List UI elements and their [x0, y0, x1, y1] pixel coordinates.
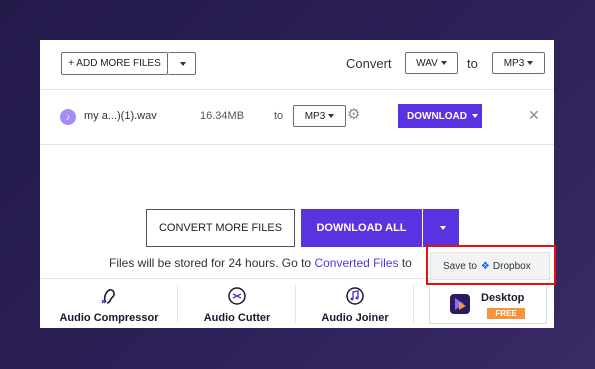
tool-label: Audio Compressor: [59, 312, 159, 324]
audio-file-icon: ♪: [60, 109, 76, 125]
chevron-down-icon: [440, 61, 447, 65]
add-more-files-label: + ADD MORE FILES: [68, 58, 161, 69]
add-more-files-button[interactable]: + ADD MORE FILES: [61, 52, 168, 75]
file-name: my a...)(1).wav: [84, 110, 157, 122]
chevron-down-icon: [471, 114, 478, 118]
tool-label: Audio Joiner: [321, 312, 389, 324]
toolbar: + ADD MORE FILES Convert WAV to MP3: [40, 40, 554, 90]
audio-compressor-tool[interactable]: Audio Compressor: [50, 279, 168, 328]
desktop-app-card[interactable]: Desktop FREE: [429, 284, 547, 324]
highlight-box: [426, 245, 556, 285]
audio-cutter-icon: [228, 287, 246, 305]
file-row: ♪ my a...)(1).wav 16.34MB to MP3 ⚙ DOWNL…: [40, 90, 554, 145]
tool-label: Audio Cutter: [203, 312, 271, 324]
desktop-app-logo-icon: [450, 294, 470, 314]
download-all-label: DOWNLOAD ALL: [316, 222, 407, 234]
convert-more-files-button[interactable]: CONVERT MORE FILES: [146, 209, 295, 247]
file-format-value: MP3: [304, 110, 326, 122]
download-all-dropdown-button[interactable]: [423, 209, 459, 247]
file-size: 16.34MB: [200, 110, 245, 122]
download-all-button[interactable]: DOWNLOAD ALL: [301, 209, 422, 247]
audio-cutter-tool[interactable]: Audio Cutter: [178, 279, 296, 328]
chevron-down-icon: [527, 61, 534, 65]
to-label: to: [467, 56, 478, 71]
to-format-value: MP3: [503, 57, 525, 69]
download-label: DOWNLOAD: [407, 110, 467, 122]
storage-note-suffix: to: [398, 256, 412, 270]
close-icon[interactable]: ✕: [528, 107, 540, 124]
tools-row: Audio Compressor Audio Cutter Audio Join…: [40, 278, 554, 328]
convert-label: Convert: [346, 56, 392, 71]
chevron-down-icon: [180, 61, 186, 66]
file-format-select[interactable]: MP3: [293, 105, 346, 127]
audio-joiner-tool[interactable]: Audio Joiner: [296, 279, 414, 328]
chevron-down-icon: [439, 226, 446, 230]
audio-joiner-icon: [346, 287, 364, 305]
download-dropdown-toggle[interactable]: [464, 104, 482, 128]
free-badge: FREE: [487, 308, 525, 319]
add-files-dropdown-button[interactable]: [168, 52, 196, 75]
from-format-value: WAV: [416, 57, 438, 69]
desktop-label: Desktop: [481, 292, 525, 304]
gear-icon[interactable]: ⚙: [347, 107, 363, 123]
to-format-select[interactable]: MP3: [492, 52, 545, 74]
divider: [413, 285, 414, 323]
chevron-down-icon: [328, 114, 335, 118]
file-to-label: to: [274, 110, 284, 122]
storage-note: Files will be stored for 24 hours. Go to…: [109, 256, 412, 270]
convert-more-label: CONVERT MORE FILES: [158, 222, 283, 234]
download-button[interactable]: DOWNLOAD: [398, 104, 482, 128]
converted-files-link[interactable]: Converted Files: [314, 256, 398, 270]
from-format-select[interactable]: WAV: [405, 52, 458, 74]
storage-note-text: Files will be stored for 24 hours. Go to: [109, 256, 315, 270]
audio-compressor-icon: [101, 289, 115, 304]
